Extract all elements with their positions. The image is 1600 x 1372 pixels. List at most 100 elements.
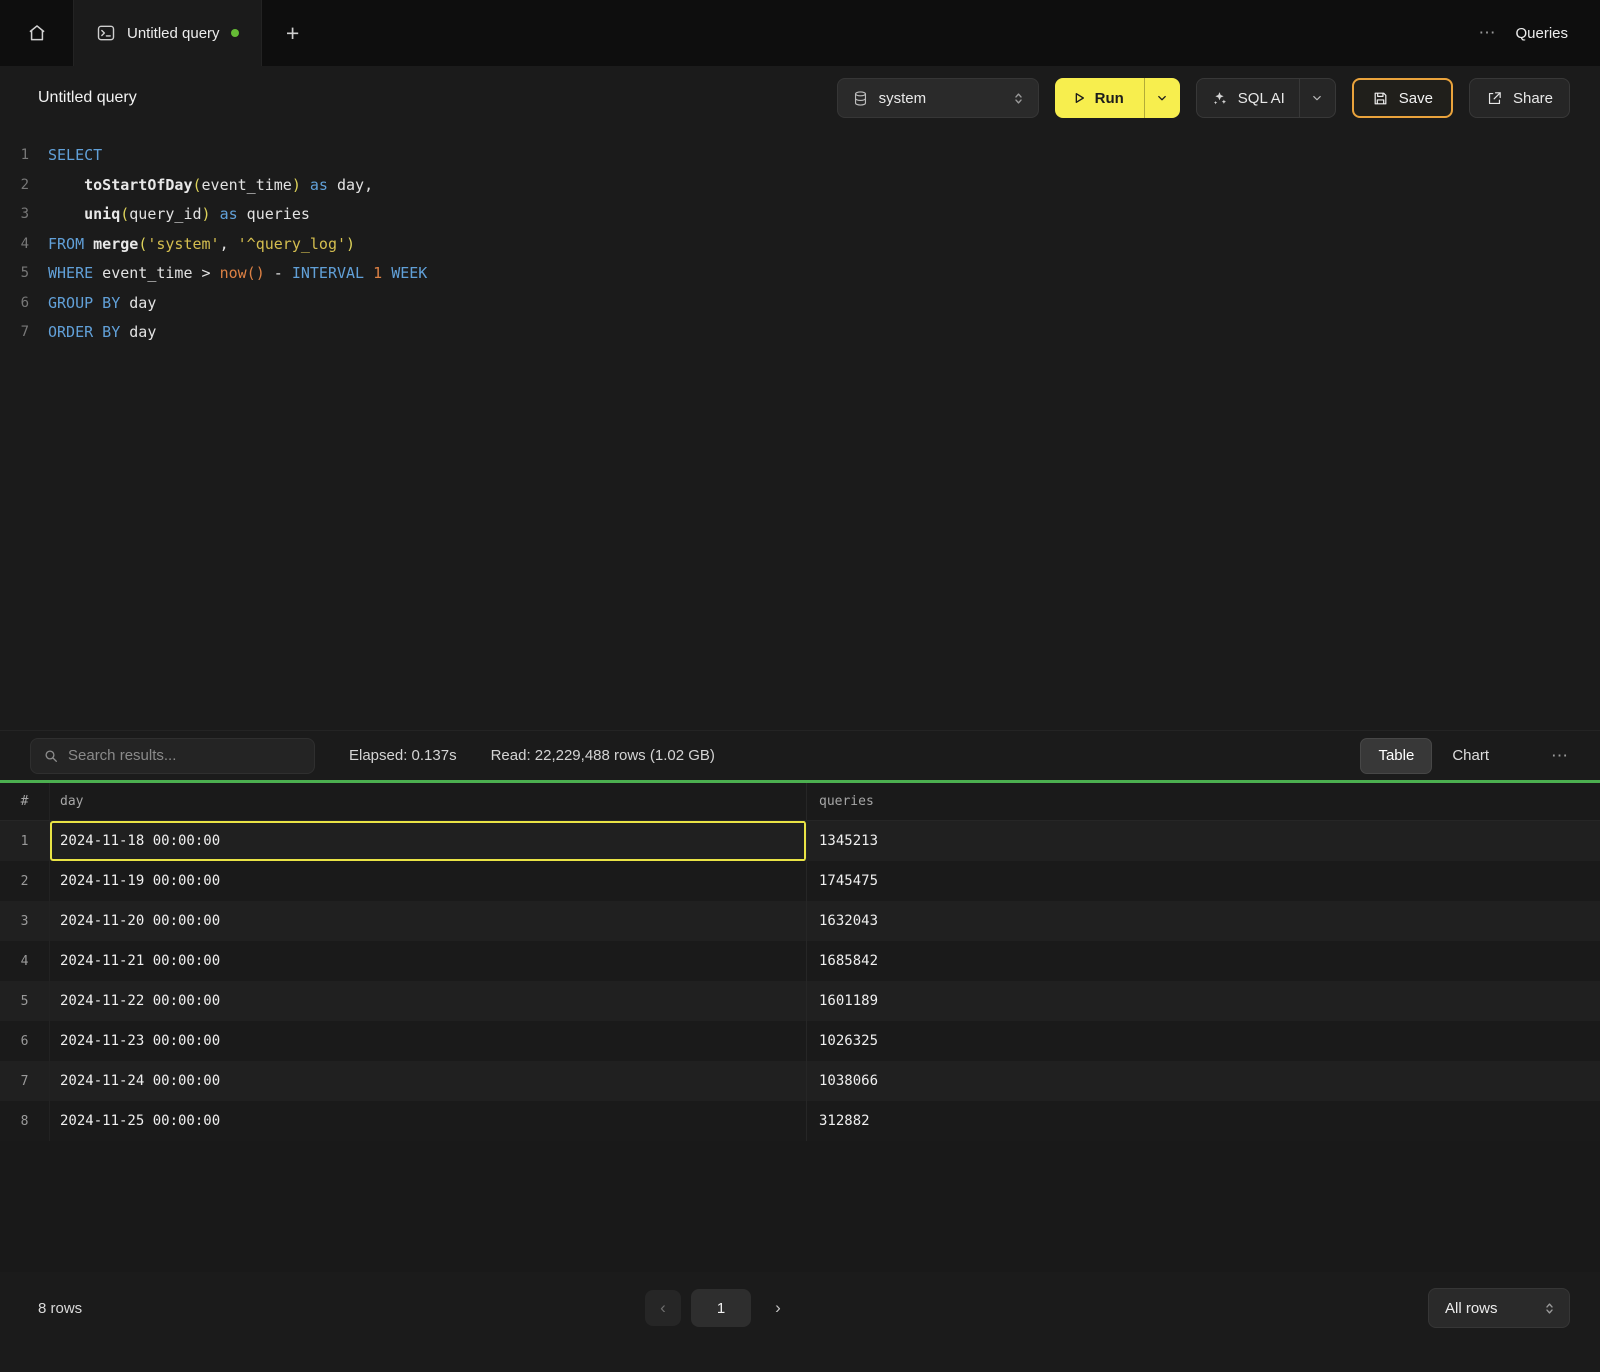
queries-cell[interactable]: 1345213 bbox=[807, 821, 1600, 861]
code-text: WHERE event_time > now() - INTERVAL 1 WE… bbox=[48, 259, 427, 289]
code-line[interactable]: 7ORDER BY day bbox=[0, 318, 1600, 348]
chevron-down-icon bbox=[1155, 91, 1169, 105]
search-results-input[interactable] bbox=[68, 747, 302, 764]
tab-label: Untitled query bbox=[127, 25, 220, 42]
sql-ai-button[interactable]: SQL AI bbox=[1197, 79, 1299, 117]
row-number-cell: 1 bbox=[0, 821, 50, 861]
queries-cell[interactable]: 312882 bbox=[807, 1101, 1600, 1141]
sql-editor[interactable]: 1SELECT2 toStartOfDay(event_time) as day… bbox=[0, 130, 1600, 730]
home-icon bbox=[27, 23, 47, 43]
column-header-queries[interactable]: queries bbox=[807, 794, 1600, 809]
sql-ai-button-group: SQL AI bbox=[1196, 78, 1336, 118]
database-selector[interactable]: system bbox=[837, 78, 1039, 118]
table-row[interactable]: 52024-11-22 00:00:001601189 bbox=[0, 981, 1600, 1021]
code-line[interactable]: 2 toStartOfDay(event_time) as day, bbox=[0, 171, 1600, 201]
chart-view-button[interactable]: Chart bbox=[1434, 738, 1507, 774]
day-cell[interactable]: 2024-11-21 00:00:00 bbox=[50, 941, 807, 981]
view-toggle: Table Chart bbox=[1360, 738, 1507, 774]
line-number: 4 bbox=[0, 230, 48, 260]
line-number: 3 bbox=[0, 200, 48, 230]
table-row[interactable]: 72024-11-24 00:00:001038066 bbox=[0, 1061, 1600, 1101]
save-button-label: Save bbox=[1399, 90, 1433, 107]
day-cell[interactable]: 2024-11-25 00:00:00 bbox=[50, 1101, 807, 1141]
queries-cell[interactable]: 1026325 bbox=[807, 1021, 1600, 1061]
chevrons-up-down-icon bbox=[1011, 91, 1026, 106]
day-cell[interactable]: 2024-11-20 00:00:00 bbox=[50, 901, 807, 941]
code-line[interactable]: 4FROM merge('system', '^query_log') bbox=[0, 230, 1600, 260]
page-title: Untitled query bbox=[38, 89, 137, 107]
queries-button[interactable]: Queries bbox=[1515, 25, 1568, 42]
column-header-index[interactable]: # bbox=[0, 783, 50, 820]
results-table: # day queries 12024-11-18 00:00:00134521… bbox=[0, 783, 1600, 1272]
row-number-cell: 2 bbox=[0, 861, 50, 901]
new-tab-button[interactable]: + bbox=[262, 0, 324, 66]
queries-cell[interactable]: 1632043 bbox=[807, 901, 1600, 941]
code-line[interactable]: 1SELECT bbox=[0, 141, 1600, 171]
elapsed-stat: Elapsed: 0.137s bbox=[349, 747, 457, 764]
table-body: 12024-11-18 00:00:00134521322024-11-19 0… bbox=[0, 821, 1600, 1141]
share-button-label: Share bbox=[1513, 90, 1553, 107]
table-row[interactable]: 42024-11-21 00:00:001685842 bbox=[0, 941, 1600, 981]
share-icon bbox=[1486, 90, 1503, 107]
code-text: uniq(query_id) as queries bbox=[48, 200, 310, 230]
queries-cell[interactable]: 1745475 bbox=[807, 861, 1600, 901]
line-number: 1 bbox=[0, 141, 48, 171]
row-count-label: 8 rows bbox=[38, 1300, 82, 1317]
code-text: toStartOfDay(event_time) as day, bbox=[48, 171, 373, 201]
code-line[interactable]: 6GROUP BY day bbox=[0, 289, 1600, 319]
query-header: Untitled query system Run bbox=[0, 66, 1600, 130]
home-button[interactable] bbox=[0, 0, 74, 66]
table-row[interactable]: 62024-11-23 00:00:001026325 bbox=[0, 1021, 1600, 1061]
table-header-row: # day queries bbox=[0, 783, 1600, 821]
sparkles-icon bbox=[1211, 90, 1228, 107]
row-number-cell: 8 bbox=[0, 1101, 50, 1141]
run-options-button[interactable] bbox=[1144, 78, 1180, 118]
day-cell[interactable]: 2024-11-24 00:00:00 bbox=[50, 1061, 807, 1101]
database-selector-value: system bbox=[879, 90, 927, 107]
pagination: ‹ 1 › bbox=[645, 1289, 795, 1327]
tabbar-more-button[interactable]: ⋯ bbox=[1478, 23, 1495, 43]
table-view-button[interactable]: Table bbox=[1360, 738, 1432, 774]
chevrons-up-down-icon bbox=[1542, 1301, 1557, 1316]
rows-per-page-selector[interactable]: All rows bbox=[1428, 1288, 1570, 1328]
row-number-cell: 3 bbox=[0, 901, 50, 941]
code-text: FROM merge('system', '^query_log') bbox=[48, 230, 355, 260]
queries-cell[interactable]: 1685842 bbox=[807, 941, 1600, 981]
table-row[interactable]: 12024-11-18 00:00:001345213 bbox=[0, 821, 1600, 861]
sql-console-app: Untitled query + ⋯ Queries Untitled quer… bbox=[0, 0, 1600, 1372]
day-cell[interactable]: 2024-11-19 00:00:00 bbox=[50, 861, 807, 901]
line-number: 2 bbox=[0, 171, 48, 201]
search-results-box[interactable] bbox=[30, 738, 315, 774]
results-toolbar: Elapsed: 0.137s Read: 22,229,488 rows (1… bbox=[0, 730, 1600, 780]
results-more-button[interactable]: ⋯ bbox=[1549, 746, 1570, 766]
next-page-button[interactable]: › bbox=[761, 1290, 795, 1326]
share-button[interactable]: Share bbox=[1469, 78, 1570, 118]
tab-bar: Untitled query + ⋯ Queries bbox=[0, 0, 1600, 66]
day-cell[interactable]: 2024-11-22 00:00:00 bbox=[50, 981, 807, 1021]
tab-untitled-query[interactable]: Untitled query bbox=[74, 0, 262, 66]
run-button-label: Run bbox=[1095, 90, 1124, 107]
queries-cell[interactable]: 1038066 bbox=[807, 1061, 1600, 1101]
results-footer: 8 rows ‹ 1 › All rows bbox=[0, 1272, 1600, 1344]
day-cell[interactable]: 2024-11-18 00:00:00 bbox=[50, 821, 807, 861]
code-line[interactable]: 3 uniq(query_id) as queries bbox=[0, 200, 1600, 230]
line-number: 6 bbox=[0, 289, 48, 319]
table-row[interactable]: 32024-11-20 00:00:001632043 bbox=[0, 901, 1600, 941]
table-row[interactable]: 22024-11-19 00:00:001745475 bbox=[0, 861, 1600, 901]
table-row[interactable]: 82024-11-25 00:00:00312882 bbox=[0, 1101, 1600, 1141]
unsaved-indicator-dot bbox=[231, 29, 239, 37]
database-icon bbox=[852, 90, 869, 107]
run-button[interactable]: Run bbox=[1055, 78, 1144, 118]
previous-page-button[interactable]: ‹ bbox=[645, 1290, 681, 1326]
current-page-button[interactable]: 1 bbox=[691, 1289, 751, 1327]
queries-cell[interactable]: 1601189 bbox=[807, 981, 1600, 1021]
search-icon bbox=[43, 748, 59, 764]
day-cell[interactable]: 2024-11-23 00:00:00 bbox=[50, 1021, 807, 1061]
row-number-cell: 4 bbox=[0, 941, 50, 981]
save-button[interactable]: Save bbox=[1352, 78, 1453, 118]
column-header-day[interactable]: day bbox=[50, 783, 807, 820]
code-text: GROUP BY day bbox=[48, 289, 156, 319]
sql-ai-options-button[interactable] bbox=[1299, 79, 1335, 117]
code-line[interactable]: 5WHERE event_time > now() - INTERVAL 1 W… bbox=[0, 259, 1600, 289]
sql-ai-label: SQL AI bbox=[1238, 90, 1285, 107]
